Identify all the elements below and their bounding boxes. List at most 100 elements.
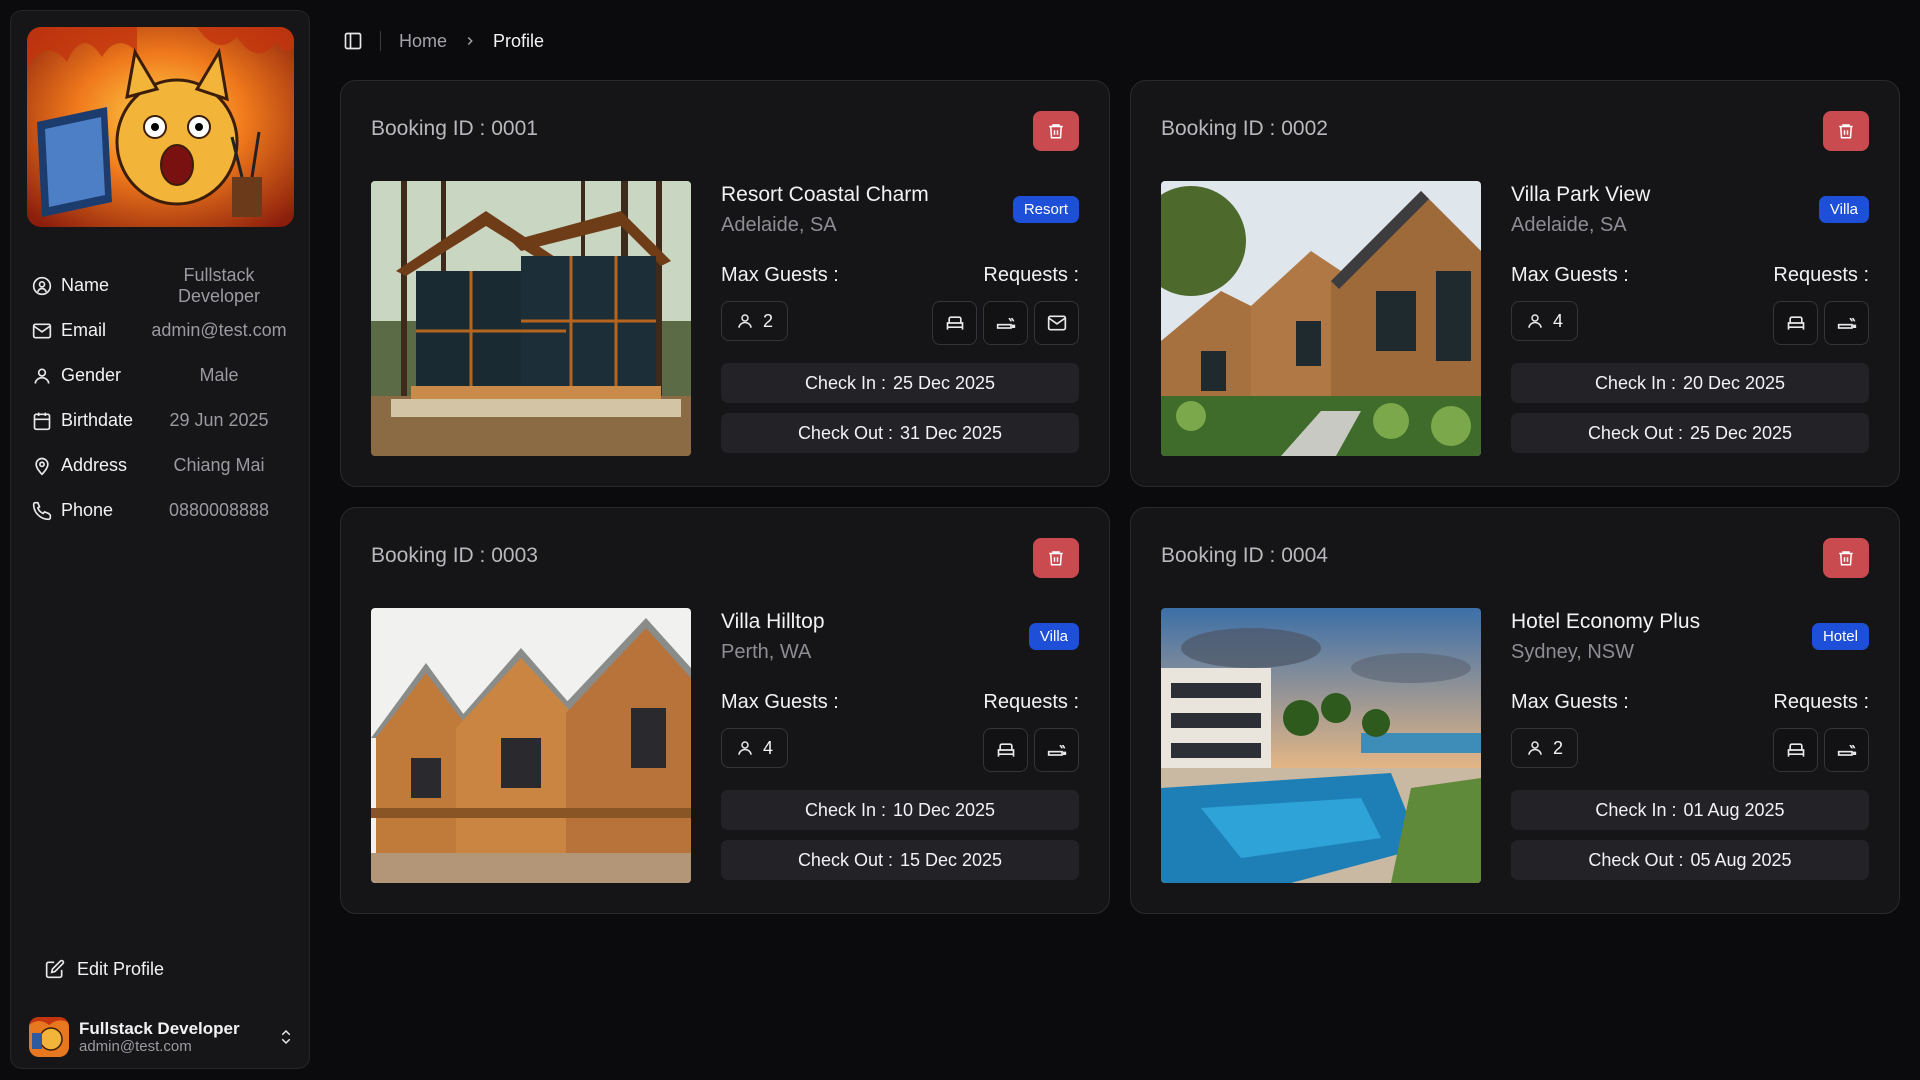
check-out-label: Check Out : — [797, 849, 893, 870]
property-photo — [371, 181, 691, 456]
field-value: Chiang Mai — [173, 455, 265, 475]
property-photo — [1161, 181, 1481, 456]
check-in-label: Check In : — [1594, 372, 1676, 393]
user-info: Fullstack Developer admin@test.com — [79, 1019, 275, 1056]
booking-id-title: Booking ID : 0004 — [1161, 544, 1328, 567]
bed-icon[interactable] — [1773, 728, 1818, 772]
field-value: admin@test.com — [151, 320, 287, 340]
field-label: Name — [61, 275, 110, 295]
check-out-date: Check Out : 15 Dec 2025 — [721, 840, 1079, 880]
property-name: Villa Hilltop — [721, 610, 825, 633]
smoking-icon[interactable] — [1824, 301, 1869, 345]
bed-icon[interactable] — [1773, 301, 1818, 345]
check-in-value: 10 Dec 2025 — [892, 799, 996, 820]
profile-field-email: Email admin@test.com — [31, 308, 297, 353]
user-name: Fullstack Developer — [79, 1018, 240, 1038]
property-name: Villa Park View — [1511, 183, 1651, 206]
calendar-icon — [31, 410, 53, 432]
field-label: Email — [61, 320, 107, 340]
check-out-label: Check Out : — [797, 422, 893, 443]
profile-field-birthdate: Birthdate 29 Jun 2025 — [31, 398, 297, 443]
trash-icon — [1839, 124, 1853, 139]
booking-card: Booking ID : 0001 Resort Coastal Charm A… — [340, 80, 1110, 487]
property-type-badge: Villa — [1028, 623, 1079, 650]
sidebar-toggle-button[interactable] — [338, 26, 368, 56]
check-in-label: Check In : — [804, 799, 886, 820]
field-value: 29 Jun 2025 — [169, 410, 269, 430]
check-in-value: 01 Aug 2025 — [1683, 799, 1785, 820]
property-type-badge: Villa — [1818, 196, 1869, 223]
bed-icon[interactable] — [932, 301, 977, 345]
requests-label: Requests : — [1773, 264, 1869, 286]
profile-field-name: Name Fullstack Developer — [31, 263, 297, 308]
breadcrumb-home-link[interactable]: Home — [399, 31, 447, 52]
user-menu-button[interactable]: Fullstack Developer admin@test.com — [29, 1011, 297, 1063]
check-out-value: 31 Dec 2025 — [899, 422, 1003, 443]
guest-count: 2 — [1511, 728, 1579, 768]
requests-label: Requests : — [1773, 691, 1869, 713]
field-label: Birthdate — [61, 410, 134, 430]
guest-count-value: 2 — [763, 310, 774, 331]
property-photo — [371, 608, 691, 883]
field-label: Address — [61, 455, 128, 475]
max-guests-label: Max Guests : — [721, 264, 839, 286]
edit-profile-button[interactable]: Edit Profile — [35, 951, 174, 987]
check-out-date: Check Out : 31 Dec 2025 — [721, 413, 1079, 453]
profile-field-address: Address Chiang Mai — [31, 443, 297, 488]
booking-id-title: Booking ID : 0003 — [371, 544, 538, 567]
max-guests-label: Max Guests : — [721, 691, 839, 713]
trash-icon — [1839, 551, 1853, 566]
smoking-icon[interactable] — [983, 301, 1028, 345]
guest-count: 4 — [1511, 301, 1579, 341]
booking-id-title: Booking ID : 0001 — [371, 117, 538, 140]
requests-label: Requests : — [983, 691, 1079, 713]
booking-card: Booking ID : 0002 Villa Park View Adelai… — [1130, 80, 1900, 487]
delete-booking-button[interactable] — [1823, 111, 1869, 151]
check-out-value: 25 Dec 2025 — [1689, 422, 1793, 443]
edit-icon — [45, 959, 65, 979]
property-location: Adelaide, SA — [1511, 214, 1627, 236]
breadcrumb: Home Profile — [399, 31, 544, 52]
delete-booking-button[interactable] — [1823, 538, 1869, 578]
profile-sidebar: Name Fullstack Developer Email admin@tes… — [10, 10, 310, 1069]
top-bar: Home Profile — [338, 26, 544, 56]
guest-count-value: 2 — [1553, 737, 1564, 758]
check-in-value: 25 Dec 2025 — [892, 372, 996, 393]
property-location: Perth, WA — [721, 641, 812, 663]
smoking-icon[interactable] — [1034, 728, 1079, 772]
check-in-label: Check In : — [1595, 799, 1677, 820]
max-guests-label: Max Guests : — [1511, 264, 1629, 286]
booking-details: Villa Park View Adelaide, SA Villa Max G… — [1511, 181, 1869, 456]
smoking-icon[interactable] — [1824, 728, 1869, 772]
user-circle-icon — [31, 275, 53, 297]
booking-details: Resort Coastal Charm Adelaide, SA Resort… — [721, 181, 1079, 456]
max-guests-label: Max Guests : — [1511, 691, 1629, 713]
property-name: Hotel Economy Plus — [1511, 610, 1701, 633]
chevron-right-icon — [463, 34, 477, 48]
profile-field-gender: Gender Male — [31, 353, 297, 398]
user-email: admin@test.com — [79, 1038, 192, 1056]
guest-count-value: 4 — [763, 737, 774, 758]
check-in-date: Check In : 20 Dec 2025 — [1511, 363, 1869, 403]
check-out-label: Check Out : — [1588, 849, 1684, 870]
phone-icon — [31, 500, 53, 522]
bed-icon[interactable] — [983, 728, 1028, 772]
edit-profile-label: Edit Profile — [77, 958, 165, 979]
check-in-date: Check In : 25 Dec 2025 — [721, 363, 1079, 403]
mail-icon — [31, 320, 53, 342]
property-photo — [1161, 608, 1481, 883]
check-out-date: Check Out : 25 Dec 2025 — [1511, 413, 1869, 453]
guest-count: 4 — [721, 728, 789, 768]
user-icon — [738, 314, 752, 328]
guest-count: 2 — [721, 301, 789, 341]
user-icon — [738, 741, 752, 755]
property-name: Resort Coastal Charm — [721, 183, 929, 206]
field-label: Phone — [61, 500, 114, 520]
guest-count-value: 4 — [1553, 310, 1564, 331]
booking-details: Hotel Economy Plus Sydney, NSW Hotel Max… — [1511, 608, 1869, 883]
delete-booking-button[interactable] — [1033, 111, 1079, 151]
delete-booking-button[interactable] — [1033, 538, 1079, 578]
mail-icon[interactable] — [1034, 301, 1079, 345]
panel-left-icon — [344, 32, 362, 50]
chevrons-up-down-icon — [275, 1028, 297, 1046]
